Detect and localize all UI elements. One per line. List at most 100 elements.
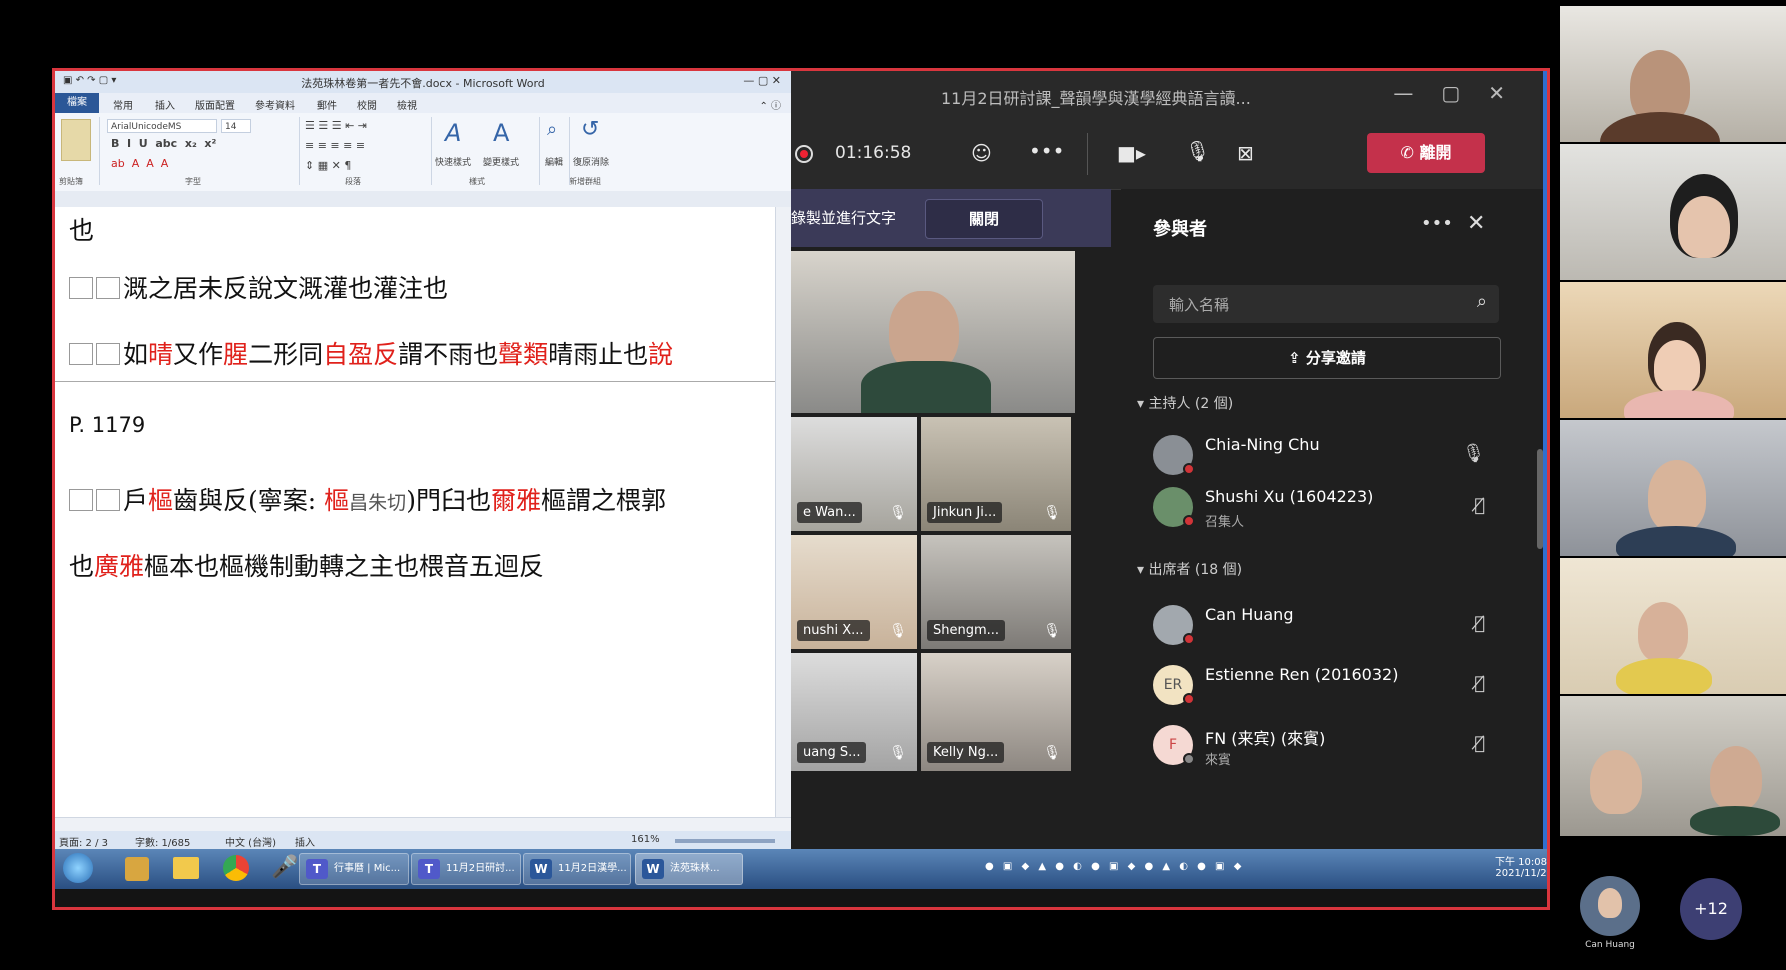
participant-video[interactable]	[1560, 696, 1786, 836]
system-tray-icons[interactable]: ● ▣ ◆ ▲ ● ◐ ● ▣ ◆ ● ▲ ◐ ● ▣ ◆	[985, 861, 1244, 872]
attendees-header[interactable]: ▾ 出席者 (18 個)	[1137, 559, 1242, 579]
participant-video[interactable]	[1560, 558, 1786, 694]
doc-line: 也廣雅樞本也樞機制動轉之主也椳音五迴反	[69, 552, 545, 581]
list-buttons[interactable]: ☰ ☰ ☰ ⇤ ⇥	[305, 119, 367, 132]
close-icon[interactable]: ✕	[1467, 211, 1485, 236]
folder-icon[interactable]	[173, 857, 199, 879]
mic-icon[interactable]: 🎙	[1185, 139, 1210, 163]
person	[1678, 196, 1730, 258]
participant-row[interactable]: Chia-Ning Chu 🎙	[1153, 429, 1499, 483]
group-paragraph: 段落	[345, 177, 361, 186]
mic-off-icon: 🎙	[1043, 623, 1061, 639]
more-options-icon[interactable]: •••	[1029, 139, 1064, 163]
quick-styles-icon[interactable]: A	[445, 119, 461, 147]
participant-row[interactable]: F FN (来宾) (來賓) 來賓 🎙̸	[1153, 719, 1499, 773]
video-tile[interactable]: uang S... 🎙	[791, 653, 917, 771]
font-size-box[interactable]: 14	[221, 119, 251, 133]
page-count[interactable]: 頁面: 2 / 3	[59, 834, 108, 849]
leave-button[interactable]: ✆ 離開	[1367, 133, 1485, 173]
self-video-avatar[interactable]	[1580, 876, 1640, 936]
page-break	[55, 381, 775, 382]
doc-line: 也	[69, 216, 95, 245]
window-controls[interactable]: — ▢ ✕	[743, 74, 781, 87]
ribbon: ArialUnicodeMS 14 B I U abc x₂ x² ab A A…	[55, 113, 791, 192]
taskbar-teams-meeting[interactable]: T 11月2日研討...	[411, 853, 521, 885]
camera-icon[interactable]: ■▸	[1117, 141, 1146, 165]
video-tile[interactable]: Kelly Ng... 🎙	[921, 653, 1071, 771]
mic-off-icon: 🎙̸	[1474, 733, 1485, 754]
participant-video[interactable]	[1560, 6, 1786, 142]
phone-icon: ✆	[1400, 143, 1420, 162]
more-options-icon[interactable]: •••	[1421, 213, 1453, 234]
person	[1598, 888, 1622, 918]
status-bar: 頁面: 2 / 3 字數: 1/685 中文 (台灣) 插入 161%	[55, 831, 791, 849]
shared-screen: ▣ ↶ ↷ ▢ ▾ 法苑珠林卷第一者先不會.docx - Microsoft W…	[52, 68, 1550, 910]
divider	[539, 117, 540, 185]
video-tile[interactable]: Jinkun Ji... 🎙	[921, 417, 1071, 531]
hosts-header[interactable]: ▾ 主持人 (2 個)	[1137, 393, 1233, 413]
change-styles-icon[interactable]: A	[493, 119, 509, 147]
mic-off-icon: 🎙	[1043, 505, 1061, 521]
language[interactable]: 中文 (台灣)	[225, 834, 276, 849]
video-tile[interactable]: e Wan... 🎙	[791, 417, 917, 531]
close-banner-button[interactable]: 關閉	[925, 199, 1043, 239]
spacing-buttons[interactable]: ⇕ ▦ ✕ ¶	[305, 159, 351, 172]
tab-references[interactable]: 參考資料	[255, 97, 295, 112]
participant-video[interactable]	[1560, 144, 1786, 280]
tab-mailings[interactable]: 郵件	[317, 97, 337, 112]
participant-row[interactable]: ER Estienne Ren (2016032) 🎙̸	[1153, 659, 1499, 713]
participant-video[interactable]	[1560, 420, 1786, 556]
video-tile[interactable]: nushi X... 🎙	[791, 535, 917, 649]
taskbar-teams-calendar[interactable]: T 行事曆 | Mic...	[299, 853, 409, 885]
share-invite-button[interactable]: ⇪ 分享邀請	[1153, 337, 1501, 379]
vertical-scrollbar[interactable]	[775, 207, 791, 817]
start-button[interactable]	[63, 853, 93, 883]
ruler[interactable]	[55, 191, 791, 208]
mic-icon: 🎙	[1462, 443, 1485, 464]
tab-view[interactable]: 檢視	[397, 97, 417, 112]
reactions-icon[interactable]: ☺	[971, 141, 992, 165]
format-buttons[interactable]: B I U abc x₂ x²	[111, 137, 216, 150]
status-dot	[1183, 463, 1195, 475]
tab-layout[interactable]: 版面配置	[195, 97, 235, 112]
missing-glyph	[96, 489, 120, 511]
document-body[interactable]: 也 溉之居未反說文溉灌也灌注也 如晴又作腥二形同自盈反謂不雨也聲類晴雨止也說 P…	[55, 207, 775, 817]
tab-insert[interactable]: 插入	[155, 97, 175, 112]
video-tile[interactable]: Shengm... 🎙	[921, 535, 1071, 649]
window-controls[interactable]: —▢✕	[1393, 81, 1533, 105]
participant-row[interactable]: Shushi Xu (1604223) 召集人 🎙̸	[1153, 481, 1499, 535]
align-buttons[interactable]: ≡ ≡ ≡ ≡ ≡	[305, 139, 365, 152]
mic-off-icon: 🎙̸	[1474, 613, 1485, 634]
taskbar-word-doc-2[interactable]: W 法苑珠林...	[635, 853, 743, 885]
mic-off-icon: 🎙	[889, 745, 907, 761]
chrome-icon[interactable]	[223, 855, 249, 881]
tab-review[interactable]: 校閱	[357, 97, 377, 112]
search-input[interactable]: 輸入名稱 ⌕	[1153, 285, 1499, 323]
zoom-slider[interactable]	[675, 839, 775, 843]
participant-video[interactable]	[1560, 282, 1786, 418]
font-name-box[interactable]: ArialUnicodeMS	[107, 119, 217, 133]
help-icon[interactable]: ⌃ ⓘ	[759, 97, 781, 112]
divider	[99, 117, 100, 185]
clock[interactable]: 下午 10:08 2021/11/2	[1495, 853, 1547, 879]
more-participants-badge[interactable]: +12	[1680, 878, 1742, 940]
insert-mode[interactable]: 插入	[295, 834, 315, 849]
tab-home[interactable]: 常用	[113, 97, 133, 112]
word-count[interactable]: 字數: 1/685	[135, 834, 190, 849]
main-video-tile[interactable]	[791, 251, 1075, 413]
taskbar-word-doc-1[interactable]: W 11月2日漢學...	[523, 853, 631, 885]
undo-icon[interactable]: ↺	[581, 117, 599, 142]
mic-off-icon: 🎙	[1043, 745, 1061, 761]
paint-icon[interactable]	[125, 857, 149, 881]
stop-share-icon[interactable]: ⊠	[1237, 141, 1254, 165]
horizontal-scrollbar[interactable]	[55, 817, 791, 832]
mic-off-icon: 🎙	[889, 623, 907, 639]
participant-row[interactable]: Can Huang 🎙̸	[1153, 599, 1499, 653]
recording-banner-text: 錄製並進行文字	[791, 209, 897, 227]
editing-icon[interactable]: ⌕	[547, 119, 557, 140]
microphone-icon[interactable]: 🎤	[271, 855, 298, 880]
paste-icon[interactable]	[61, 119, 91, 161]
font-color-buttons[interactable]: ab A A A	[111, 157, 168, 170]
tab-file[interactable]: 檔案	[55, 93, 99, 113]
zoom-level[interactable]: 161%	[631, 834, 660, 845]
